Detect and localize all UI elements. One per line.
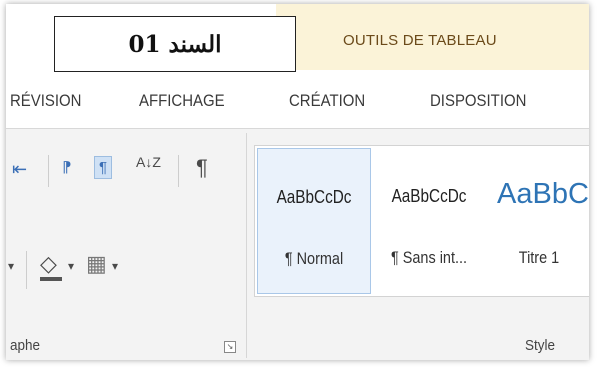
left-to-right-icon[interactable]: ⁋ (62, 160, 72, 175)
tab-creation[interactable]: CRÉATION (289, 91, 365, 111)
style-sample: AaBbCcDc (276, 187, 352, 207)
decrease-indent-icon[interactable]: ⇤ (12, 160, 27, 178)
style-normal[interactable]: AaBbCcDc ¶ Normal (257, 148, 371, 294)
style-name: ¶ Sans int... (390, 248, 468, 267)
chevron-down-icon[interactable]: ▾ (8, 260, 14, 272)
table-tools-title: OUTILS DE TABLEAU (343, 32, 497, 49)
style-heading-1[interactable]: AaBbCc Titre 1 (489, 148, 589, 292)
borders-icon[interactable]: ▦ (86, 253, 107, 275)
style-name: ¶ Normal (284, 249, 344, 268)
sort-icon[interactable]: A↓Z (136, 155, 161, 169)
right-to-left-icon[interactable]: ¶ (94, 156, 113, 179)
ribbon-tabs: RÉVISION AFFICHAGE CRÉATION DISPOSITION (6, 74, 589, 128)
styles-group-label: Style (525, 337, 556, 354)
ribbon-screenshot: OUTILS DE TABLEAU السند 01 RÉVISION AFFI… (6, 4, 589, 360)
chevron-down-icon[interactable]: ▾ (68, 260, 74, 272)
style-sample: AaBbCcDc (391, 186, 467, 206)
group-separator (246, 133, 247, 358)
styles-gallery: AaBbCcDc ¶ Normal AaBbCcDc ¶ Sans int...… (254, 145, 589, 297)
show-formatting-marks-icon[interactable]: ¶ (196, 157, 208, 179)
chevron-down-icon[interactable]: ▾ (112, 260, 118, 272)
shading-icon[interactable]: ◇ (40, 253, 57, 275)
style-sample: AaBbCc (497, 178, 589, 210)
ribbon-body: ⇤ ⁋ ¶ A↓Z ¶ ▾ ◇ ▾ ▦ ▾ aphe ↘ AaBbCcDc ¶ … (6, 128, 589, 360)
paragraph-group-label: aphe (10, 337, 41, 354)
tab-disposition[interactable]: DISPOSITION (430, 91, 526, 111)
dialog-launcher-icon[interactable]: ↘ (224, 341, 236, 353)
style-name: Titre 1 (518, 248, 560, 267)
style-no-spacing[interactable]: AaBbCcDc ¶ Sans int... (373, 148, 485, 292)
separator (48, 155, 49, 187)
document-label: السند 01 (54, 16, 296, 72)
tab-revision[interactable]: RÉVISION (10, 91, 82, 111)
separator (26, 251, 27, 289)
tab-affichage[interactable]: AFFICHAGE (139, 91, 225, 111)
shading-color-bar (40, 277, 62, 281)
separator (178, 155, 179, 187)
